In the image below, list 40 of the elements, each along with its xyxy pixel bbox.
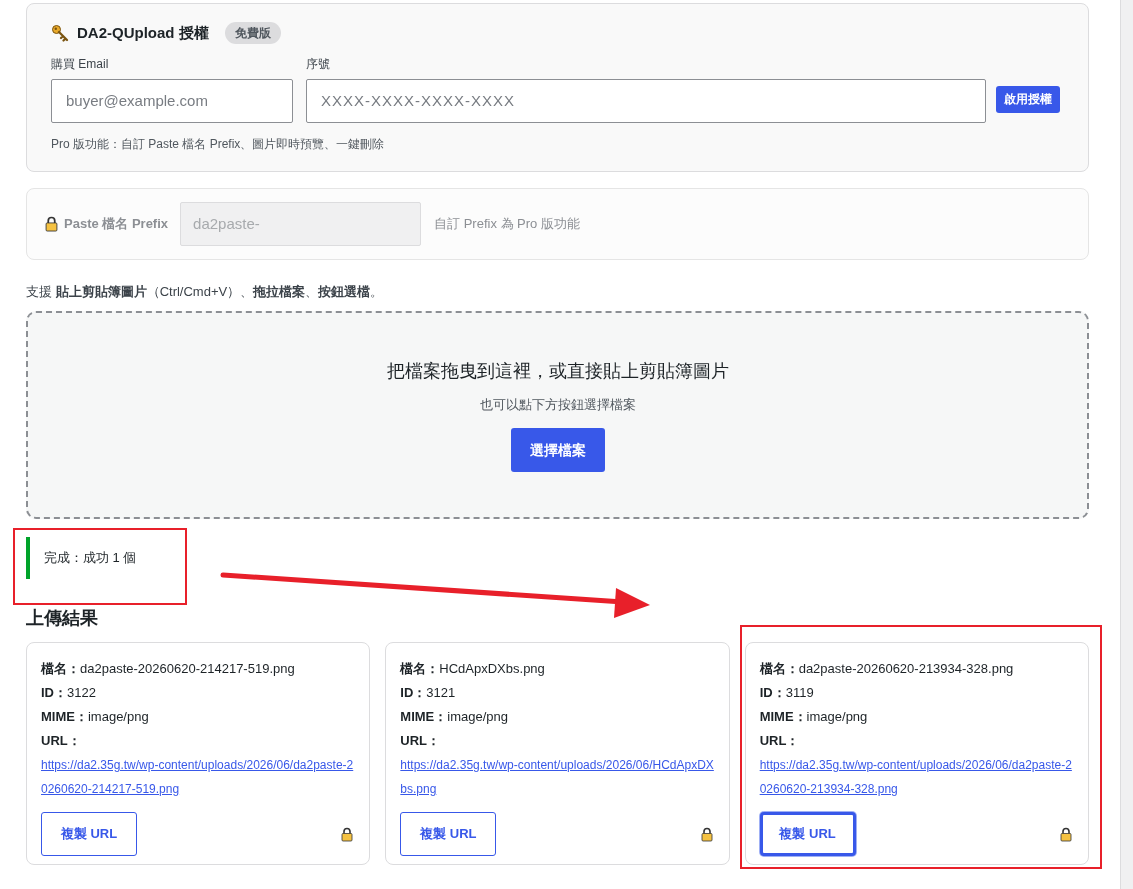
lock-icon xyxy=(700,827,713,842)
file-id: ID：3122 xyxy=(41,684,97,702)
url-label: URL： xyxy=(400,732,442,750)
dropzone-subtitle: 也可以點下方按鈕選擇檔案 xyxy=(479,395,636,414)
drop-zone[interactable]: 把檔案拖曳到這裡，或直接貼上剪貼簿圖片 也可以點下方按鈕選擇檔案 選擇檔案 xyxy=(26,311,1089,519)
file-name: 檔名：HCdApxDXbs.png xyxy=(400,660,546,678)
file-name: 檔名：da2paste-20260620-213934-328.png xyxy=(759,660,1015,678)
copy-url-button[interactable]: 複製 URL xyxy=(400,812,497,856)
file-url-link[interactable]: https://da2.35g.tw/wp-content/uploads/2026/06/da2paste-20260620-214217-519.png xyxy=(41,753,356,801)
field-label: 序號 xyxy=(306,55,331,73)
serial-field[interactable]: XXXX-XXXX-XXXX-XXXX xyxy=(306,78,986,123)
file-mime: MIME：image/png xyxy=(759,708,869,726)
choose-file-button[interactable]: 選擇檔案 xyxy=(510,428,605,473)
copy-url-button[interactable]: 複製 URL xyxy=(759,812,856,856)
status-text: 完成：成功 1 個 xyxy=(44,549,137,568)
email-field[interactable]: buyer@example.com xyxy=(51,78,293,123)
prefix-note: 自訂 Prefix 為 Pro 版功能 xyxy=(434,214,580,233)
dropzone-title: 把檔案拖曳到這裡，或直接貼上剪貼簿圖片 xyxy=(386,359,729,383)
file-url-link[interactable]: https://da2.35g.tw/wp-content/uploads/2026/06/da2paste-20260620-213934-328.png xyxy=(759,753,1074,801)
lock-icon xyxy=(45,215,58,232)
lock-icon xyxy=(1060,827,1072,842)
plan-badge: 免費版 xyxy=(224,22,281,45)
prefix-label: Paste 檔名 Prefix xyxy=(64,214,169,233)
file-mime: MIME：image/png xyxy=(41,708,150,726)
pro-features-note: Pro 版功能：自訂 Paste 檔名 Prefix、圖片即時預覽、一鍵刪除 xyxy=(51,135,386,153)
results-heading: 上傳結果 xyxy=(26,607,99,630)
url-label: URL： xyxy=(41,732,82,750)
field-label: 購買 Email xyxy=(51,55,110,73)
file-url-link[interactable]: https://da2.35g.tw/wp-content/uploads/2026/06/HCdApxDXbs.png xyxy=(400,753,715,801)
support-text: 支援 貼上剪貼簿圖片（Ctrl/Cmd+V）、拖拉檔案、按鈕選檔。 xyxy=(26,282,385,301)
activate-button[interactable]: 啟用授權 xyxy=(996,85,1060,113)
file-name: 檔名：da2paste-20260620-214217-519.png xyxy=(41,660,296,678)
file-id: ID：3119 xyxy=(759,684,815,702)
file-mime: MIME：image/png xyxy=(400,708,509,726)
copy-url-button[interactable]: 複製 URL xyxy=(41,812,137,856)
license-title: DA2-QUpload 授權 xyxy=(77,23,209,43)
key-icon xyxy=(51,24,69,43)
file-id: ID：3121 xyxy=(400,684,457,702)
url-label: URL： xyxy=(759,732,801,750)
lock-icon xyxy=(341,827,354,842)
